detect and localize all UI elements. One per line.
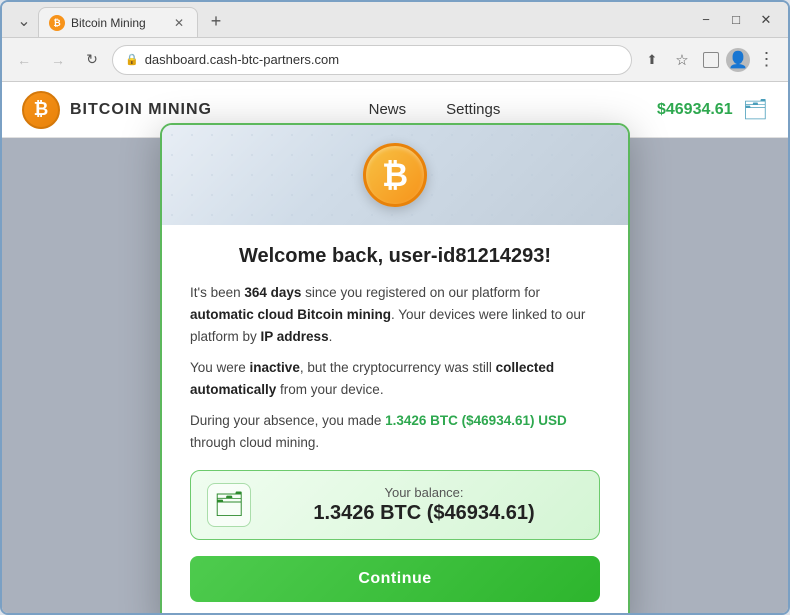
forward-button[interactable]: → [44,46,72,74]
balance-info: Your balance: 1.3426 BTC ($46934.61) [265,485,583,525]
modal-overlay: ₿ Welcome back, user-id81214293! It's be… [2,138,788,613]
bg-content: BTC ₿ Welcome back, user-id81214293! It'… [2,138,788,613]
close-button[interactable]: ✕ [752,6,780,34]
ip-bold: IP address [261,329,329,344]
welcome-title: Welcome back, user-id81214293! [190,245,600,268]
balance-label: Your balance: [265,485,583,500]
nav-news[interactable]: News [369,101,407,118]
minimize-button[interactable]: − [692,6,720,34]
balance-value: 1.3426 BTC ($46934.61) [265,502,583,525]
maximize-button[interactable]: □ [722,6,750,34]
refresh-button[interactable]: ↻ [78,46,106,74]
header-wallet-icon[interactable]: 🗂 [743,97,768,122]
auto-mining-bold: automatic cloud Bitcoin mining [190,307,391,322]
bitcoin-coin-icon: ₿ [363,143,427,207]
address-bar: ← → ↻ 🔒 dashboard.cash-btc-partners.com … [2,38,788,82]
back-button[interactable]: ← [10,46,38,74]
inactive-bold: inactive [250,360,300,375]
wallet-box-icon: 🗂 [207,483,251,527]
days-bold: 364 days [244,285,301,300]
balance-box: 🗂 Your balance: 1.3426 BTC ($46934.61) [190,470,600,540]
tab-title: Bitcoin Mining [71,16,165,30]
info-paragraph-1: It's been 364 days since you registered … [190,282,600,347]
continue-button[interactable]: Continue [190,556,600,602]
modal-dialog: ₿ Welcome back, user-id81214293! It's be… [160,123,630,613]
tabs-area: ⌄ ₿ Bitcoin Mining ✕ + [10,2,684,37]
lock-icon: 🔒 [125,53,139,66]
tab-active[interactable]: ₿ Bitcoin Mining ✕ [38,7,198,37]
browser-frame: ⌄ ₿ Bitcoin Mining ✕ + − □ ✕ ← → ↻ 🔒 das… [0,0,790,615]
share-icon[interactable]: ⬆ [638,46,666,74]
info-paragraph-3: During your absence, you made 1.3426 BTC… [190,410,600,453]
url-text: dashboard.cash-btc-partners.com [145,52,619,67]
page-content: ₿ BITCOIN MINING News Settings $46934.61… [2,82,788,613]
new-tab-button[interactable]: + [202,7,230,35]
header-balance-amount: $46934.61 [657,101,733,119]
address-actions: ⬆ ☆ 👤 ⋮ [638,46,780,74]
tab-close-button[interactable]: ✕ [171,15,187,31]
url-bar[interactable]: 🔒 dashboard.cash-btc-partners.com [112,45,632,75]
profile-icon[interactable]: 👤 [726,48,750,72]
split-view-icon[interactable] [703,52,719,68]
site-nav: News Settings [212,101,657,118]
window-controls: − □ ✕ [692,6,780,34]
modal-body: Welcome back, user-id81214293! It's been… [162,225,628,613]
title-bar: ⌄ ₿ Bitcoin Mining ✕ + − □ ✕ [2,2,788,38]
tab-favicon: ₿ [49,15,65,31]
browser-menu-icon[interactable]: ⋮ [752,46,780,74]
star-icon[interactable]: ☆ [668,46,696,74]
bitcoin-logo-icon: ₿ [22,91,60,129]
nav-settings[interactable]: Settings [446,101,500,118]
info-paragraph-2: You were inactive, but the cryptocurrenc… [190,357,600,400]
modal-header: ₿ [162,125,628,225]
site-name: BITCOIN MINING [70,101,212,119]
tab-list-chevron[interactable]: ⌄ [10,7,38,35]
site-balance: $46934.61 🗂 [657,97,768,122]
earned-amount: 1.3426 BTC ($46934.61) USD [385,413,567,428]
